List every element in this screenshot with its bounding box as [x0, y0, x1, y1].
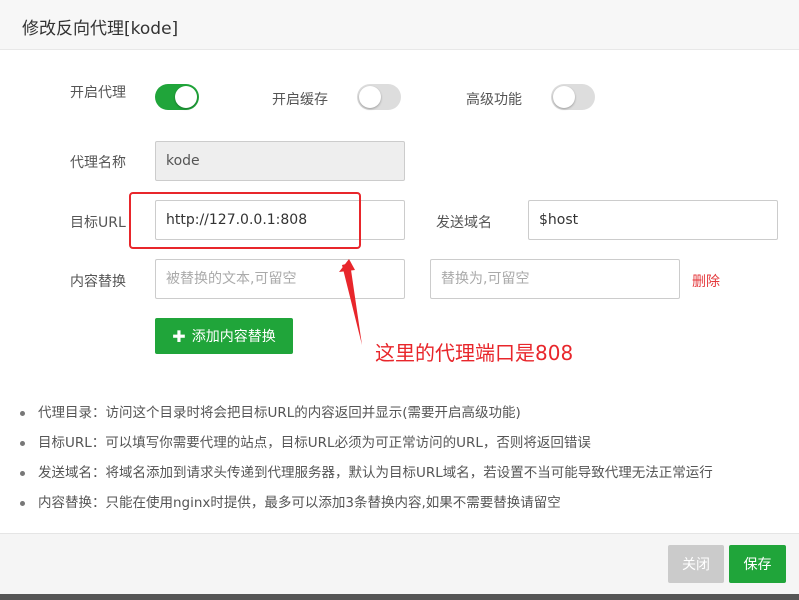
close-button[interactable]: 关闭 — [668, 545, 724, 583]
help-note-text: 目标URL：可以填写你需要代理的站点，目标URL必须为可正常访问的URL，否则将… — [38, 435, 591, 451]
help-note-text: 代理目录：访问这个目录时将会把目标URL的内容返回并显示(需要开启高级功能) — [38, 405, 521, 421]
reverse-proxy-dialog: 修改反向代理[kode] 开启代理 开启缓存 高级功能 代理名称 kode 目标… — [0, 0, 799, 600]
annotation-text: 这里的代理端口是808 — [375, 341, 574, 365]
bullet-icon — [20, 411, 25, 416]
help-note: 目标URL：可以填写你需要代理的站点，目标URL必须为可正常访问的URL，否则将… — [20, 431, 799, 461]
help-note-text: 发送域名：将域名添加到请求头传递到代理服务器，默认为目标URL域名，若设置不当可… — [38, 465, 713, 481]
save-button[interactable]: 保存 — [729, 545, 786, 583]
help-note: 内容替换：只能在使用nginx时提供，最多可以添加3条替换内容,如果不需要替换请… — [20, 491, 799, 521]
bullet-icon — [20, 501, 25, 506]
dialog-footer: 关闭 保存 — [0, 533, 799, 600]
help-note: 代理目录：访问这个目录时将会把目标URL的内容返回并显示(需要开启高级功能) — [20, 401, 799, 431]
help-note-text: 内容替换：只能在使用nginx时提供，最多可以添加3条替换内容,如果不需要替换请… — [38, 495, 561, 511]
help-notes: 代理目录：访问这个目录时将会把目标URL的内容返回并显示(需要开启高级功能) 目… — [20, 401, 799, 521]
background-strip — [0, 594, 799, 600]
help-note: 发送域名：将域名添加到请求头传递到代理服务器，默认为目标URL域名，若设置不当可… — [20, 461, 799, 491]
bullet-icon — [20, 441, 25, 446]
bullet-icon — [20, 471, 25, 476]
